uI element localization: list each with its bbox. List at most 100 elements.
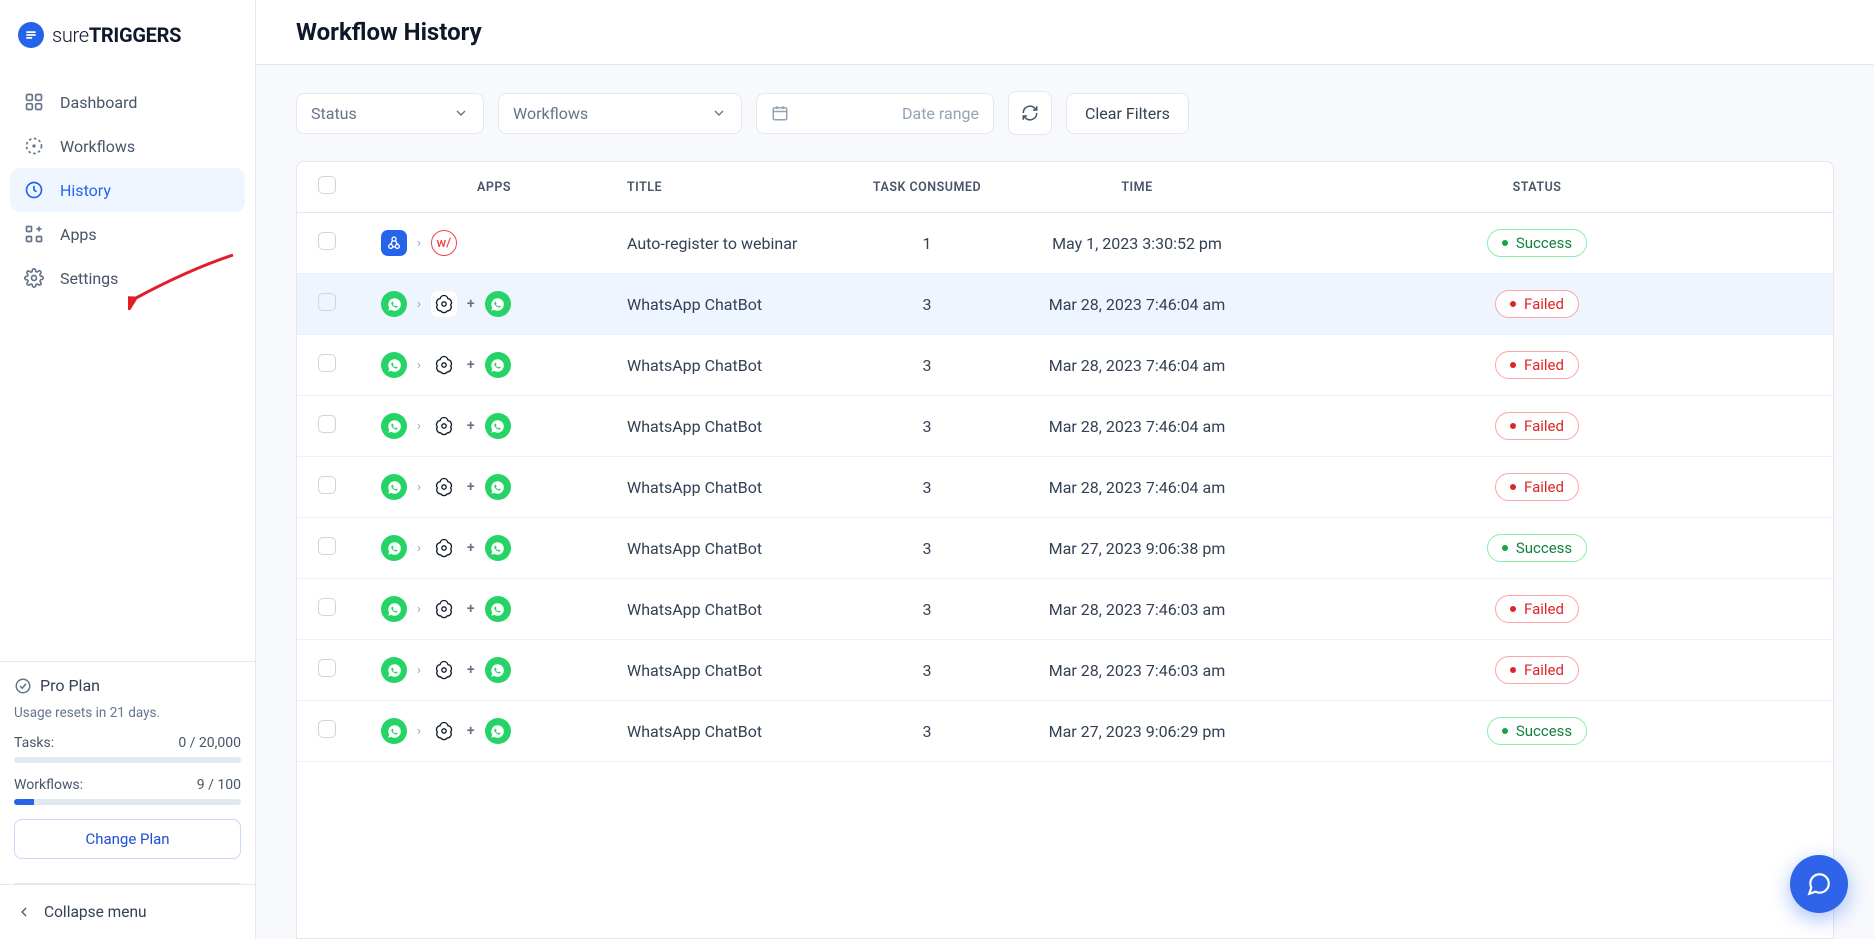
table-row[interactable]: ›+WhatsApp ChatBot3Mar 28, 2023 7:46:03 … <box>297 579 1833 640</box>
plan-reset-text: Usage resets in 21 days. <box>14 705 241 721</box>
status-dot-icon <box>1502 545 1508 551</box>
plan-workflows-label: Workflows: <box>14 777 83 793</box>
chevron-down-icon <box>453 105 469 121</box>
chat-fab-button[interactable] <box>1790 855 1848 913</box>
webhook-icon <box>381 230 407 256</box>
whatsapp-icon <box>381 413 407 439</box>
openai-icon <box>431 474 457 500</box>
apps-cell: ›w/ <box>381 230 607 256</box>
whatsapp-icon <box>381 352 407 378</box>
task-cell: 3 <box>847 457 1007 518</box>
status-dot-icon <box>1510 667 1516 673</box>
calendar-icon <box>771 104 789 122</box>
task-cell: 3 <box>847 701 1007 762</box>
apps-cell: ›+ <box>381 474 607 500</box>
header-task: TASK CONSUMED <box>847 162 1007 213</box>
openai-icon <box>431 352 457 378</box>
task-cell: 3 <box>847 274 1007 335</box>
row-checkbox[interactable] <box>318 293 336 311</box>
row-checkbox[interactable] <box>318 598 336 616</box>
settings-icon <box>24 268 44 288</box>
webinar-icon: w/ <box>431 230 457 256</box>
logo[interactable]: sureTRIGGERS <box>0 0 255 70</box>
sidebar-item-apps[interactable]: Apps <box>10 212 245 256</box>
change-plan-button[interactable]: Change Plan <box>14 819 241 859</box>
chevron-right-icon: › <box>417 724 421 739</box>
sidebar-item-history[interactable]: History <box>10 168 245 212</box>
sidebar-item-label: Apps <box>60 225 97 244</box>
status-dot-icon <box>1502 240 1508 246</box>
sidebar-item-label: Workflows <box>60 137 135 156</box>
table-row[interactable]: ›+WhatsApp ChatBot3Mar 28, 2023 7:46:03 … <box>297 640 1833 701</box>
whatsapp-icon <box>485 596 511 622</box>
status-filter-select[interactable]: Status <box>296 93 484 134</box>
status-filter-label: Status <box>311 104 357 123</box>
daterange-filter-label: Date range <box>902 104 979 123</box>
check-circle-icon <box>14 677 32 695</box>
plan-box: Pro Plan Usage resets in 21 days. Tasks:… <box>0 661 255 869</box>
select-all-checkbox[interactable] <box>318 176 336 194</box>
title-cell: WhatsApp ChatBot <box>617 640 847 701</box>
task-cell: 3 <box>847 640 1007 701</box>
status-badge: Failed <box>1495 351 1579 379</box>
refresh-icon <box>1021 104 1039 122</box>
table-row[interactable]: ›+WhatsApp ChatBot3Mar 27, 2023 9:06:38 … <box>297 518 1833 579</box>
workflows-icon <box>24 136 44 156</box>
sidebar: sureTRIGGERS Dashboard Workflows History… <box>0 0 256 939</box>
table-row[interactable]: ›+WhatsApp ChatBot3Mar 27, 2023 9:06:29 … <box>297 701 1833 762</box>
apps-cell: ›+ <box>381 352 607 378</box>
chevron-right-icon: › <box>417 663 421 678</box>
row-checkbox[interactable] <box>318 476 336 494</box>
table-row[interactable]: ›+WhatsApp ChatBot3Mar 28, 2023 7:46:04 … <box>297 335 1833 396</box>
title-cell: WhatsApp ChatBot <box>617 396 847 457</box>
row-checkbox[interactable] <box>318 537 336 555</box>
main-header: Workflow History <box>256 0 1874 65</box>
page-title: Workflow History <box>296 18 1834 46</box>
title-cell: WhatsApp ChatBot <box>617 274 847 335</box>
table-row[interactable]: ›+WhatsApp ChatBot3Mar 28, 2023 7:46:04 … <box>297 457 1833 518</box>
whatsapp-icon <box>381 596 407 622</box>
sidebar-item-settings[interactable]: Settings <box>10 256 245 300</box>
main: Workflow History Status Workflows Date r… <box>256 0 1874 939</box>
whatsapp-icon <box>381 291 407 317</box>
chevron-right-icon: › <box>417 419 421 434</box>
row-checkbox[interactable] <box>318 720 336 738</box>
openai-icon <box>431 718 457 744</box>
row-checkbox[interactable] <box>318 415 336 433</box>
time-cell: Mar 28, 2023 7:46:04 am <box>1007 274 1267 335</box>
status-dot-icon <box>1510 606 1516 612</box>
header-title: TITLE <box>617 162 847 213</box>
row-checkbox[interactable] <box>318 354 336 372</box>
table-row[interactable]: ›+WhatsApp ChatBot3Mar 28, 2023 7:46:04 … <box>297 396 1833 457</box>
collapse-menu-button[interactable]: Collapse menu <box>0 884 255 939</box>
workflows-filter-select[interactable]: Workflows <box>498 93 742 134</box>
daterange-filter[interactable]: Date range <box>756 93 994 134</box>
sidebar-item-dashboard[interactable]: Dashboard <box>10 80 245 124</box>
whatsapp-icon <box>381 535 407 561</box>
whatsapp-icon <box>485 535 511 561</box>
chevron-down-icon <box>711 105 727 121</box>
task-cell: 3 <box>847 518 1007 579</box>
openai-icon <box>431 291 457 317</box>
row-checkbox[interactable] <box>318 659 336 677</box>
plan-title: Pro Plan <box>14 676 241 695</box>
plus-icon: + <box>467 601 475 617</box>
header-status: STATUS <box>1267 162 1833 213</box>
status-badge: Success <box>1487 229 1587 257</box>
plan-name-text: Pro Plan <box>40 676 100 695</box>
whatsapp-icon <box>485 352 511 378</box>
apps-cell: ›+ <box>381 596 607 622</box>
table-row[interactable]: ›w/Auto-register to webinar1May 1, 2023 … <box>297 213 1833 274</box>
sidebar-item-label: Settings <box>60 269 118 288</box>
sidebar-item-workflows[interactable]: Workflows <box>10 124 245 168</box>
table-row[interactable]: ›+WhatsApp ChatBot3Mar 28, 2023 7:46:04 … <box>297 274 1833 335</box>
plan-tasks-row: Tasks: 0 / 20,000 <box>14 735 241 751</box>
apps-cell: ›+ <box>381 657 607 683</box>
refresh-button[interactable] <box>1008 91 1052 135</box>
row-checkbox[interactable] <box>318 232 336 250</box>
openai-icon <box>431 596 457 622</box>
plus-icon: + <box>467 723 475 739</box>
clear-filters-button[interactable]: Clear Filters <box>1066 93 1189 134</box>
chevron-left-icon <box>16 904 32 920</box>
time-cell: Mar 28, 2023 7:46:04 am <box>1007 457 1267 518</box>
